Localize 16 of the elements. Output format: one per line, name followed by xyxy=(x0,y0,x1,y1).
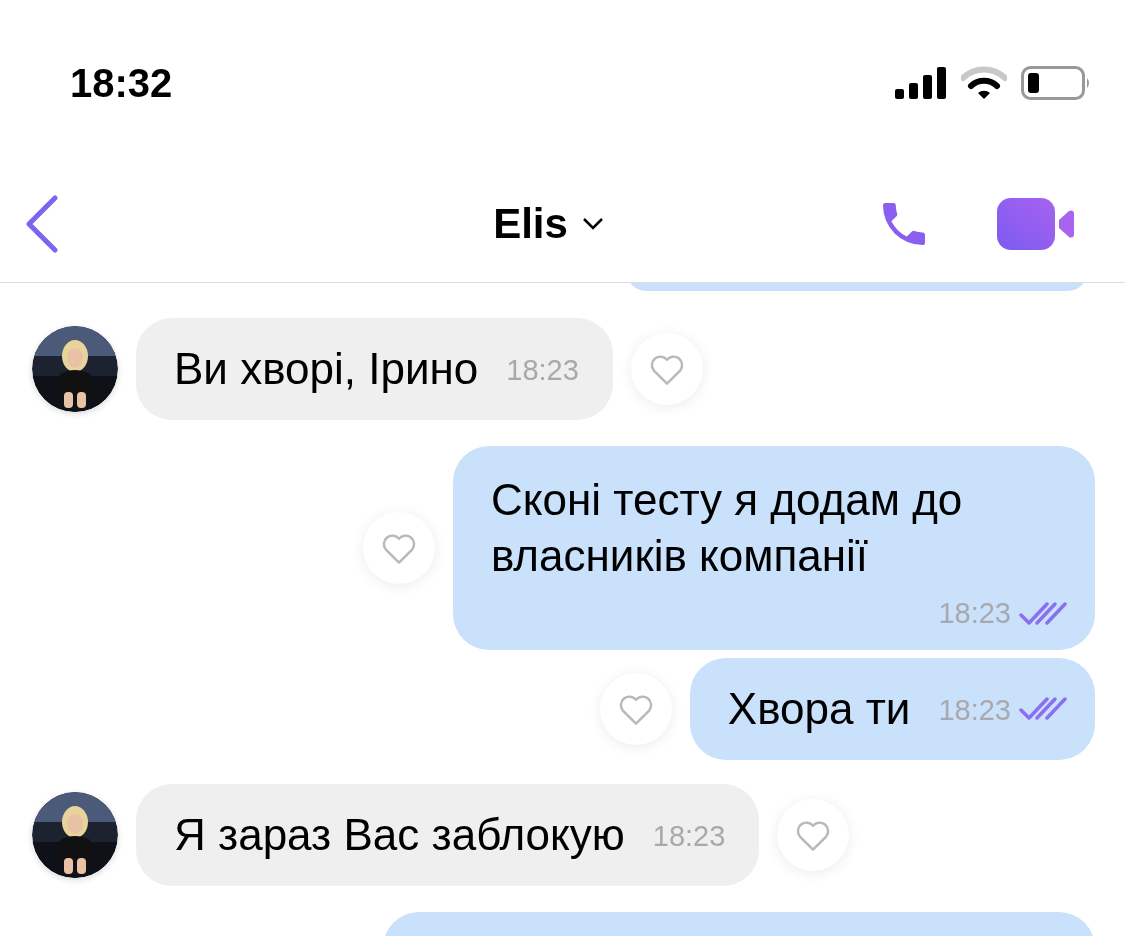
message-time: 18:23 xyxy=(938,596,1011,631)
message-text: Хвора ти xyxy=(727,682,911,735)
message-time: 18:23 xyxy=(652,818,726,854)
status-time: 18:32 xyxy=(70,59,173,107)
message-time: 18:23 xyxy=(938,692,1011,728)
battery-icon xyxy=(1021,65,1091,100)
message-text: Я зараз Вас заблокую xyxy=(174,808,625,861)
signal-icon xyxy=(895,66,947,99)
wifi-icon xyxy=(961,65,1007,100)
video-camera-icon[interactable] xyxy=(997,195,1075,252)
message-text: Ви хворі, Ірино xyxy=(174,343,479,395)
message-time: 18:23 xyxy=(506,353,579,389)
back-icon xyxy=(25,194,59,253)
chevron-down-icon xyxy=(581,216,604,231)
message-text: Сконі тесту я додам до власників компанії xyxy=(491,474,964,582)
contact-name-button[interactable]: Elis xyxy=(493,192,604,255)
